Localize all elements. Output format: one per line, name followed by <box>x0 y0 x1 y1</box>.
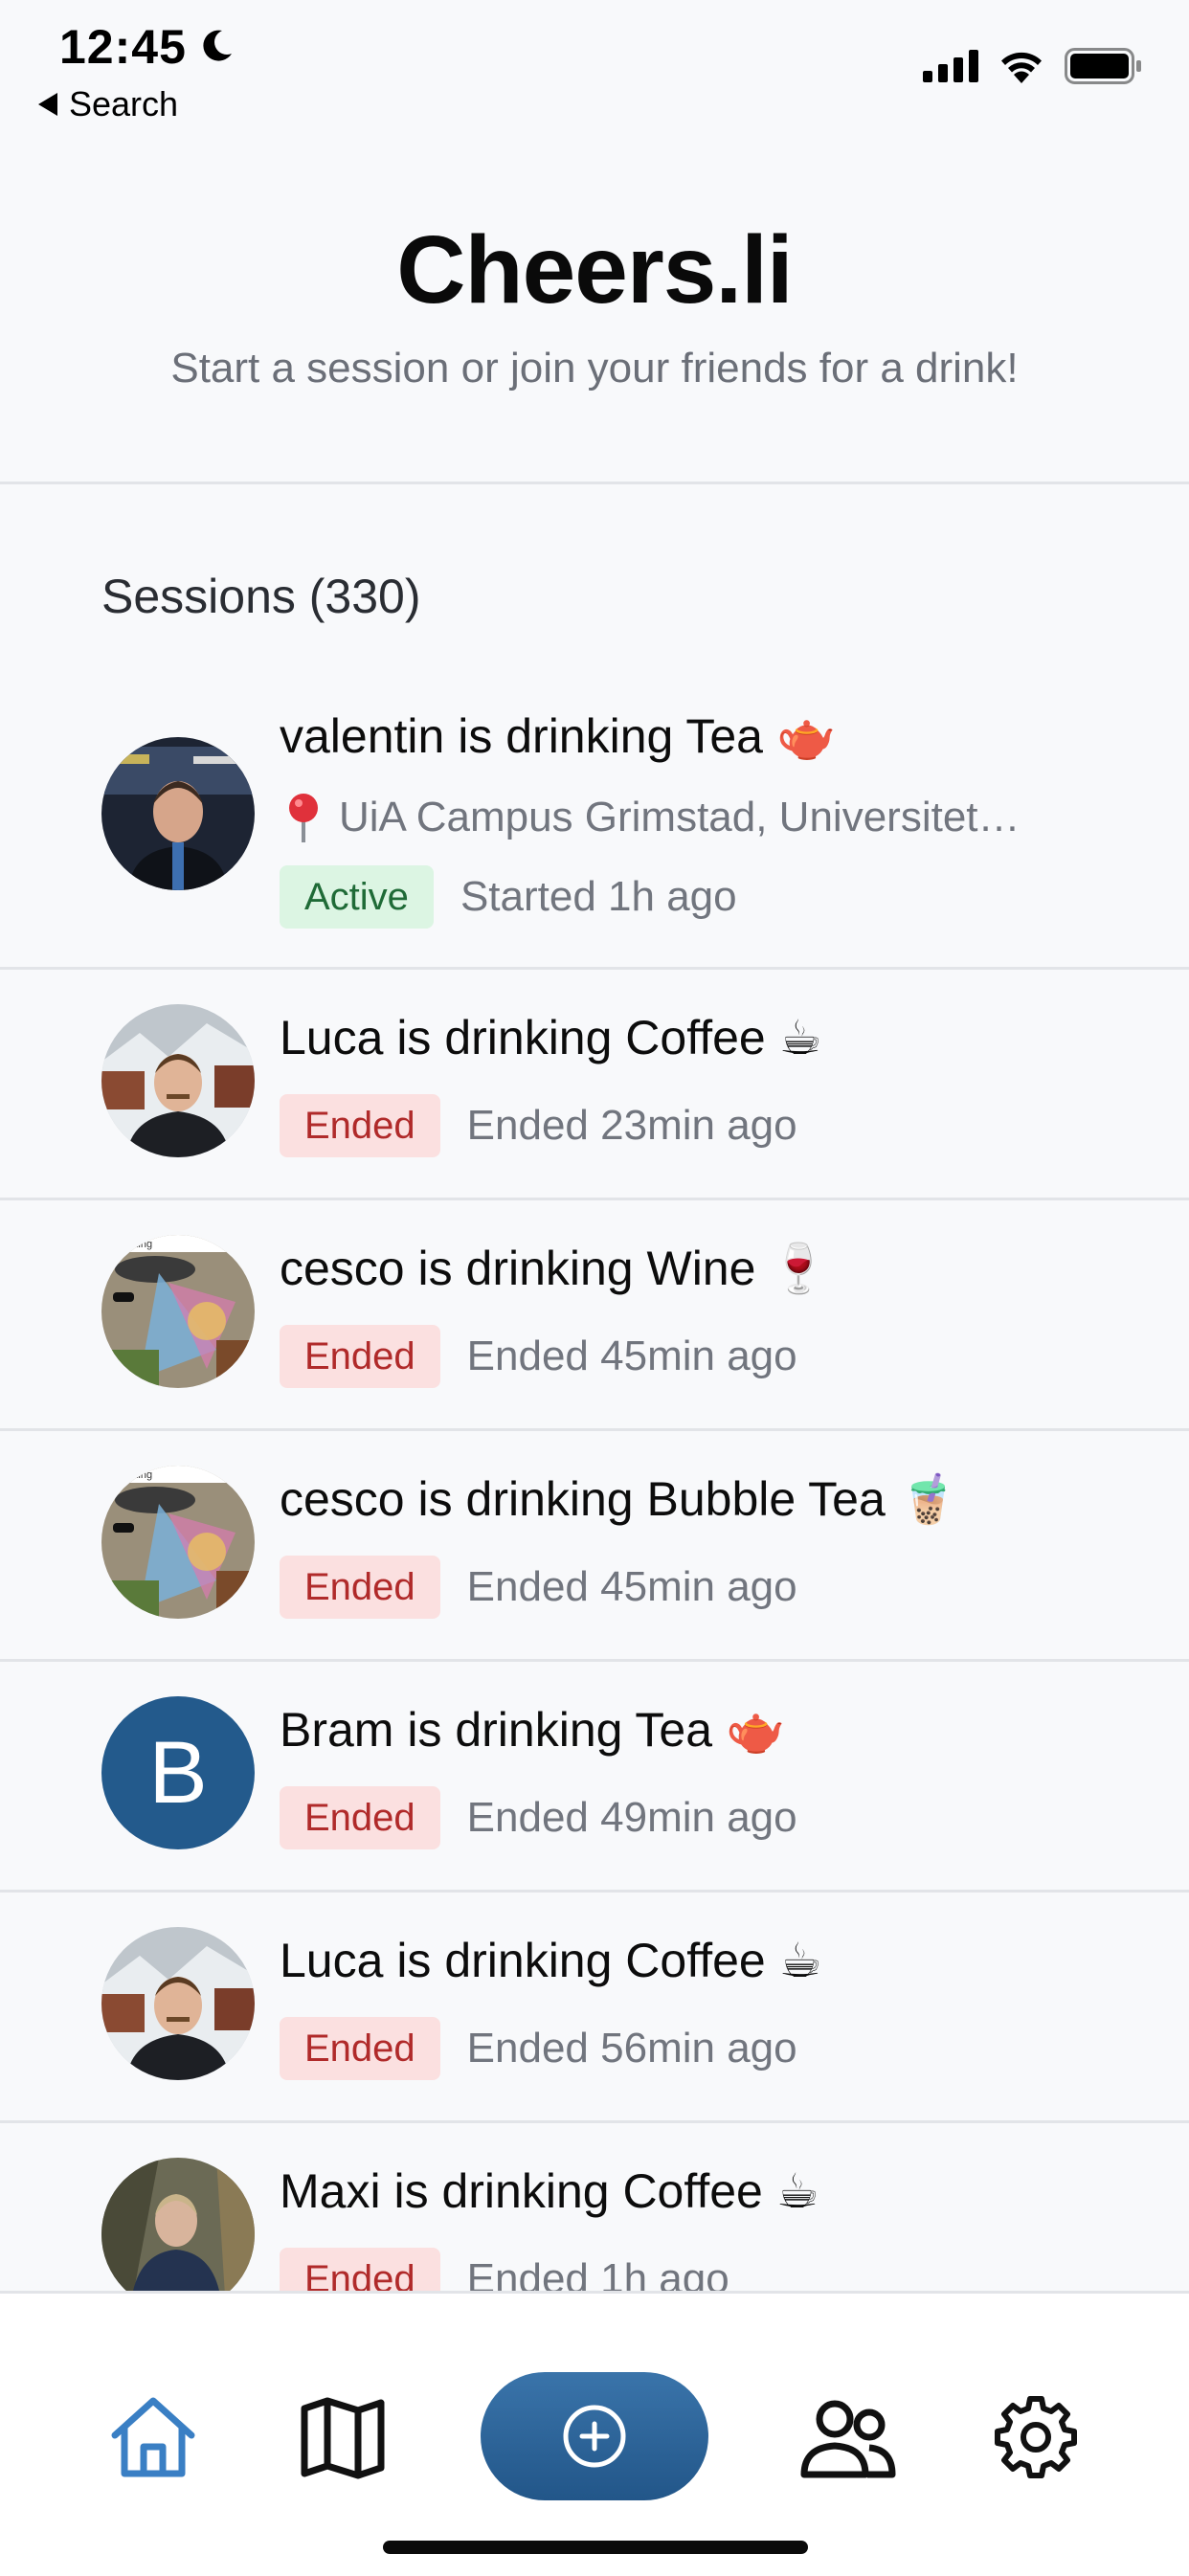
system-icons <box>923 48 1143 84</box>
status-time: Ended 45min ago <box>466 1333 797 1379</box>
status-badge: Ended <box>280 1325 440 1388</box>
app-title: Cheers.li <box>396 216 793 324</box>
header-divider <box>0 482 1189 484</box>
nav-map-button[interactable] <box>295 2389 391 2485</box>
status-time: Ended 56min ago <box>466 2025 797 2072</box>
avatar <box>101 1004 255 1157</box>
session-item[interactable]: ...thinking cesco is drinking Wine 🍷 Ende… <box>0 1200 1189 1431</box>
wifi-icon <box>1001 52 1042 83</box>
status-time: 12:45 <box>59 20 187 74</box>
back-to-search-link[interactable]: Search <box>38 84 178 124</box>
friends-icon <box>800 2400 896 2478</box>
drink-emoji: 🫖 <box>775 709 837 763</box>
svg-text:...thinking: ...thinking <box>107 1469 152 1481</box>
drink-emoji: ☕ <box>778 1011 822 1064</box>
back-arrow-icon <box>38 93 57 116</box>
location-text: UiA Campus Grimstad, Universitet… <box>339 794 1021 840</box>
home-indicator <box>383 2541 808 2554</box>
cellular-signal-icon <box>923 50 978 82</box>
bottom-navigation <box>0 2291 1189 2576</box>
session-item[interactable]: B Bram is drinking Tea 🫖 Ended Ended 49mi… <box>0 1662 1189 1893</box>
session-title-text: Bram is drinking Tea <box>280 1703 713 1757</box>
battery-icon <box>1065 48 1141 84</box>
avatar <box>101 2158 255 2291</box>
app-subtitle: Start a session or join your friends for… <box>170 345 1019 392</box>
drink-emoji: ☕ <box>775 2164 819 2218</box>
session-title: valentin is drinking Tea 🫖 <box>280 708 836 765</box>
status-badge: Ended <box>280 2017 440 2080</box>
back-label: Search <box>69 84 179 123</box>
location-pin-icon <box>289 794 318 842</box>
add-session-icon <box>563 2405 626 2468</box>
session-title-text: cesco is drinking Bubble Tea <box>280 1472 886 1526</box>
add-session-button[interactable] <box>481 2372 708 2500</box>
session-title-text: valentin is drinking Tea <box>280 709 763 763</box>
session-title: Luca is drinking Coffee ☕ <box>280 1933 822 1988</box>
nav-friends-button[interactable] <box>800 2389 896 2485</box>
map-icon <box>301 2397 385 2479</box>
session-status-row: Ended Ended 45min ago <box>280 1325 797 1388</box>
session-list[interactable]: valentin is drinking Tea 🫖 UiA Campus Gri… <box>0 670 1189 2291</box>
status-badge: Ended <box>280 1786 440 1849</box>
home-icon <box>111 2397 195 2477</box>
avatar: ...thinking <box>101 1466 255 1619</box>
drink-emoji: 🧋 <box>898 1472 959 1526</box>
session-title: cesco is drinking Bubble Tea 🧋 <box>280 1471 958 1528</box>
session-status-row: Ended Ended 1h ago <box>280 2248 729 2291</box>
avatar <box>101 737 255 890</box>
nav-home-button[interactable] <box>105 2389 201 2485</box>
status-badge: Ended <box>280 2248 440 2291</box>
session-item[interactable]: Maxi is drinking Coffee ☕ Ended Ended 1h … <box>0 2123 1189 2291</box>
session-title: Luca is drinking Coffee ☕ <box>280 1010 822 1065</box>
status-badge: Ended <box>280 1556 440 1619</box>
session-title-text: Luca is drinking Coffee <box>280 1934 766 1987</box>
session-title: cesco is drinking Wine 🍷 <box>280 1241 829 1297</box>
nav-settings-button[interactable] <box>988 2389 1084 2485</box>
session-title-text: Maxi is drinking Coffee <box>280 2164 763 2218</box>
avatar <box>101 1927 255 2080</box>
session-title-text: Luca is drinking Coffee <box>280 1011 766 1064</box>
avatar: B <box>101 1696 255 1849</box>
status-time: Ended 45min ago <box>466 1563 797 1610</box>
svg-text:...thinking: ...thinking <box>107 1239 152 1250</box>
status-time: Started 1h ago <box>460 873 737 920</box>
sessions-heading: Sessions (330) <box>101 570 421 623</box>
moon-icon <box>203 30 232 61</box>
session-title-text: cesco is drinking Wine <box>280 1242 756 1295</box>
session-item[interactable]: ...thinking cesco is drinking Bubble Tea… <box>0 1431 1189 1662</box>
status-time: Ended 23min ago <box>466 1102 797 1149</box>
settings-icon <box>995 2396 1077 2478</box>
status-badge: Active <box>280 865 434 929</box>
session-item[interactable]: Luca is drinking Coffee ☕ Ended Ended 56m… <box>0 1893 1189 2123</box>
session-title: Bram is drinking Tea 🫖 <box>280 1702 785 1758</box>
session-item[interactable]: Luca is drinking Coffee ☕ Ended Ended 23m… <box>0 970 1189 1200</box>
status-time: Ended 49min ago <box>466 1794 797 1841</box>
drink-emoji: 🫖 <box>726 1703 786 1757</box>
status-badge: Ended <box>280 1094 440 1157</box>
session-status-row: Ended Ended 23min ago <box>280 1094 797 1157</box>
session-status-row: Active Started 1h ago <box>280 865 737 929</box>
session-status-row: Ended Ended 56min ago <box>280 2017 797 2080</box>
session-title: Maxi is drinking Coffee ☕ <box>280 2163 819 2219</box>
session-item[interactable]: valentin is drinking Tea 🫖 UiA Campus Gri… <box>0 670 1189 970</box>
drink-emoji: ☕ <box>778 1934 822 1987</box>
session-status-row: Ended Ended 49min ago <box>280 1786 797 1849</box>
session-status-row: Ended Ended 45min ago <box>280 1556 797 1619</box>
session-location: UiA Campus Grimstad, Universitet… <box>287 793 1021 842</box>
status-bar: 12:45 Search <box>0 0 1189 144</box>
drink-emoji: 🍷 <box>769 1242 829 1295</box>
status-time: Ended 1h ago <box>466 2255 729 2291</box>
avatar: ...thinking <box>101 1235 255 1388</box>
